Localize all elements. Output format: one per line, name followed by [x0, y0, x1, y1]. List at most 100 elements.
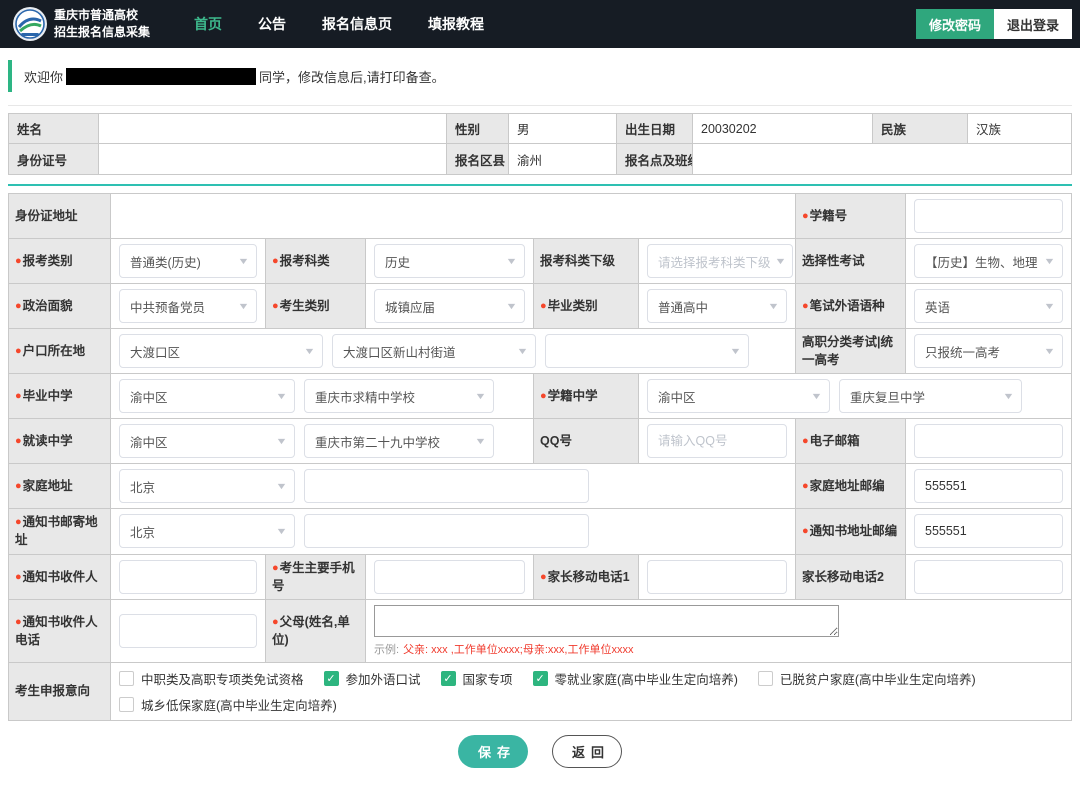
required-dot-icon: ● — [272, 561, 279, 574]
graduate-type-select[interactable]: 普通高中 ▼ — [647, 289, 787, 323]
form-row-recipient: ●通知书收件人 ●考生主要手机号 ●家长移动电话1 家长移动电话2 — [9, 554, 1071, 600]
nav-tutorial[interactable]: 填报教程 — [428, 14, 484, 34]
form-row-home-address: ●家庭地址 北京 ▼ ●家庭地址邮编 — [9, 464, 1071, 510]
chevron-down-icon: ▼ — [516, 346, 529, 357]
attend-school-name-select[interactable]: 重庆市第二十九中学校 ▼ — [304, 424, 494, 459]
student-no-cell — [906, 194, 1071, 238]
nav-registration-info[interactable]: 报名信息页 — [322, 14, 392, 34]
foreign-language-label: ●笔试外语语种 — [796, 284, 906, 328]
apply-subject-select[interactable]: 历史 ▼ — [374, 244, 525, 278]
welcome-accent-bar — [8, 60, 12, 92]
ethnicity-label: 民族 — [873, 114, 968, 143]
change-password-button[interactable]: 修改密码 — [915, 9, 994, 39]
site-class-label: 报名点及班级 — [617, 144, 693, 174]
subject-sub-label: 报考科类下级 — [534, 239, 639, 283]
home-zip-input[interactable] — [914, 469, 1063, 504]
checkbox-icon: ✓ — [119, 670, 134, 686]
selective-exam-select[interactable]: 【历史】生物、地理 ▼ — [914, 244, 1063, 278]
notice-address-region-select[interactable]: 北京 ▼ — [119, 514, 295, 549]
graduate-type-cell: 普通高中 ▼ — [639, 284, 796, 328]
name-label: 姓名 — [9, 114, 99, 143]
checkbox-national-program[interactable]: ✓ 国家专项 — [440, 669, 513, 688]
form-actions: 保存 返回 — [0, 721, 1080, 786]
parent-phone2-input[interactable] — [914, 559, 1063, 594]
subject-sub-select[interactable]: 请选择报考科类下级 ▼ — [647, 244, 794, 278]
registered-school-name-select[interactable]: 重庆复旦中学 ▼ — [839, 379, 1022, 414]
chevron-down-icon: ▼ — [505, 301, 518, 311]
chevron-down-icon: ▼ — [729, 346, 742, 357]
chevron-down-icon: ▼ — [474, 436, 487, 447]
apply-category-label: ●报考类别 — [9, 239, 111, 283]
recipient-input[interactable] — [119, 559, 257, 594]
selective-exam-label: 选择性考试 — [796, 239, 906, 283]
nav-announcements[interactable]: 公告 — [258, 14, 286, 34]
nav-home[interactable]: 首页 — [194, 14, 222, 34]
required-dot-icon: ● — [802, 299, 809, 312]
notice-zip-label: ●通知书地址邮编 — [796, 509, 906, 554]
household-street-select[interactable]: 大渡口区新山村街道 ▼ — [332, 334, 536, 369]
household-label: ●户口所在地 — [9, 329, 111, 374]
parent-phone1-input[interactable] — [647, 559, 787, 594]
form-row-notice-address: ●通知书邮寄地址 北京 ▼ ●通知书地址邮编 — [9, 509, 1071, 555]
form-row-intent: 考生申报意向 ✓中职类及高职专项类免试资格 ✓参加外语口试 ✓国家专项 ✓零就业… — [9, 662, 1071, 720]
candidate-type-label: ●考生类别 — [266, 284, 366, 328]
required-dot-icon: ● — [15, 570, 22, 583]
vocational-exam-select[interactable]: 只报统一高考 ▼ — [914, 334, 1063, 369]
foreign-language-select[interactable]: 英语 ▼ — [914, 289, 1063, 323]
checkbox-poverty-lifted[interactable]: ✓已脱贫户家庭(高中毕业生定向培养) — [757, 669, 976, 688]
main-phone-input[interactable] — [374, 559, 525, 594]
table-row: 姓名 性别 男 出生日期 20030202 民族 汉族 — [9, 114, 1071, 144]
parent-phone1-label: ●家长移动电话1 — [534, 554, 639, 599]
graduate-type-label: ●毕业类别 — [534, 284, 639, 328]
checkbox-zero-employment[interactable]: ✓ 零就业家庭(高中毕业生定向培养) — [532, 669, 738, 688]
home-address-region-select[interactable]: 北京 ▼ — [119, 469, 295, 504]
checkbox-subsistence-allowance[interactable]: ✓城乡低保家庭(高中毕业生定向培养) — [119, 695, 337, 714]
checkbox-checked-icon: ✓ — [532, 670, 548, 686]
recipient-label: ●通知书收件人 — [9, 554, 111, 599]
apply-category-select[interactable]: 普通类(历史) ▼ — [119, 244, 257, 278]
attend-school-district-select[interactable]: 渝中区 ▼ — [119, 424, 295, 459]
qq-input[interactable] — [647, 424, 787, 459]
checkbox-oral-exam[interactable]: ✓ 参加外语口试 — [323, 669, 421, 688]
id-address-label: 身份证地址 — [9, 194, 111, 238]
parents-textarea[interactable] — [374, 604, 839, 637]
required-dot-icon: ● — [15, 345, 22, 358]
required-dot-icon: ● — [272, 299, 279, 312]
ethnicity-value: 汉族 — [968, 114, 1071, 143]
recipient-phone-input[interactable] — [119, 613, 257, 648]
chevron-down-icon: ▼ — [275, 481, 288, 492]
required-dot-icon: ● — [540, 299, 547, 312]
email-input[interactable] — [914, 424, 1063, 459]
header-actions: 修改密码 退出登录 — [915, 9, 1072, 39]
checkbox-checked-icon: ✓ — [323, 670, 339, 686]
logo-emblem-icon — [13, 7, 47, 41]
chevron-down-icon: ▼ — [275, 436, 288, 447]
parents-label: ●父母(姓名,单位) — [266, 599, 366, 662]
checkbox-checked-icon: ✓ — [440, 670, 456, 686]
candidate-type-select[interactable]: 城镇应届 ▼ — [374, 289, 525, 323]
checkbox-exemption[interactable]: ✓中职类及高职专项类免试资格 — [119, 669, 304, 688]
notice-zip-cell — [906, 509, 1071, 554]
notice-address-detail-input[interactable] — [304, 514, 589, 549]
home-address-detail-input[interactable] — [304, 469, 589, 504]
registered-school-label: ●学籍中学 — [534, 374, 639, 419]
parents-cell: 示例: 父亲: xxx ,工作单位xxxx;母亲:xxx,工作单位xxxx — [366, 599, 1071, 662]
graduate-school-label: ●毕业中学 — [9, 374, 111, 419]
household-detail-select[interactable]: ▼ — [545, 334, 749, 369]
household-cell: 大渡口区 ▼ 大渡口区新山村街道 ▼ ▼ — [111, 329, 796, 374]
registered-school-district-select[interactable]: 渝中区 ▼ — [647, 379, 830, 414]
basic-info-table: 姓名 性别 男 出生日期 20030202 民族 汉族 身份证号 报名区县 渝州… — [8, 113, 1072, 175]
notice-zip-input[interactable] — [914, 514, 1063, 549]
graduate-school-district-select[interactable]: 渝中区 ▼ — [119, 379, 295, 414]
chevron-down-icon: ▼ — [275, 526, 288, 537]
recipient-cell — [111, 554, 266, 599]
household-district-select[interactable]: 大渡口区 ▼ — [119, 334, 323, 369]
chevron-down-icon: ▼ — [474, 391, 487, 402]
political-select[interactable]: 中共预备党员 ▼ — [119, 289, 257, 323]
logout-button[interactable]: 退出登录 — [993, 9, 1072, 39]
graduate-school-name-select[interactable]: 重庆市求精中学校 ▼ — [304, 379, 494, 414]
student-no-input[interactable] — [914, 199, 1063, 233]
political-label: ●政治面貌 — [9, 284, 111, 328]
site-class-value — [693, 144, 1071, 174]
qq-cell — [639, 419, 796, 464]
